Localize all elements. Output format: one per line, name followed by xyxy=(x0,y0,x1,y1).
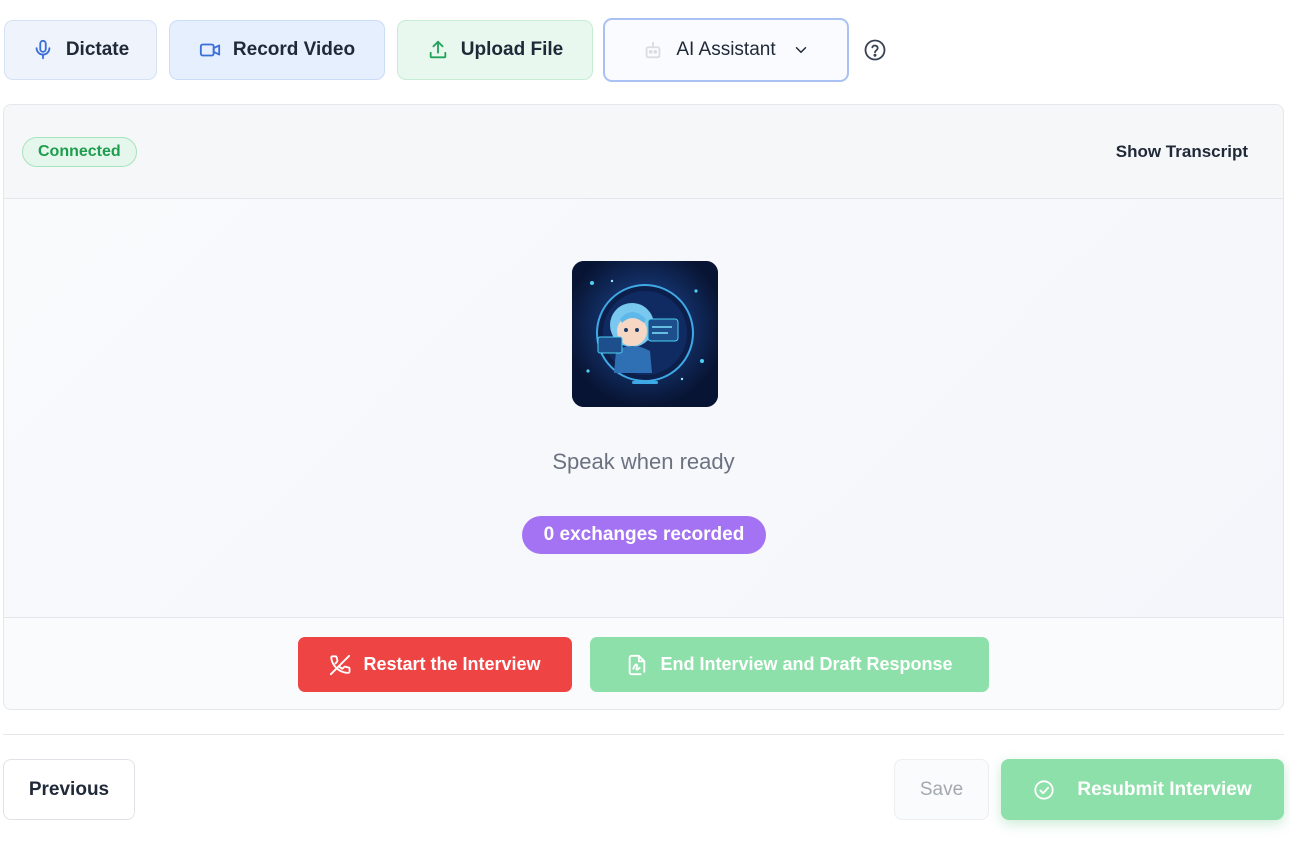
connection-status-badge: Connected xyxy=(22,137,137,167)
exchanges-count-badge: 0 exchanges recorded xyxy=(522,516,766,554)
ai-assistant-dropdown[interactable]: AI Assistant xyxy=(603,18,849,82)
show-transcript-button[interactable]: Show Transcript xyxy=(1116,142,1248,162)
section-divider xyxy=(3,734,1284,735)
chevron-down-icon xyxy=(795,47,806,53)
speak-prompt: Speak when ready xyxy=(552,449,735,474)
dictate-button[interactable]: Dictate xyxy=(4,20,157,80)
save-button[interactable]: Save xyxy=(894,759,989,820)
video-camera-icon xyxy=(199,43,221,57)
robot-icon xyxy=(646,41,661,59)
interview-page: Dictate Record Video Upload File AI Assi… xyxy=(0,0,1290,844)
exchanges-count-label: 0 exchanges recorded xyxy=(543,524,745,545)
resubmit-interview-label: Resubmit Interview xyxy=(1077,778,1252,800)
restart-interview-button[interactable]: Restart the Interview xyxy=(298,637,572,692)
upload-file-button[interactable]: Upload File xyxy=(397,20,593,80)
connection-status-label: Connected xyxy=(38,143,121,160)
microphone-icon xyxy=(35,39,51,60)
help-circle-icon[interactable] xyxy=(863,38,887,62)
ai-assistant-label: AI Assistant xyxy=(676,39,776,60)
interview-panel: Connected Show Transcript Speak when rea… xyxy=(3,104,1284,710)
end-interview-button[interactable]: End Interview and Draft Response xyxy=(590,637,989,692)
upload-file-label: Upload File xyxy=(460,39,564,60)
file-signature-icon xyxy=(629,654,646,675)
ai-interviewer-avatar xyxy=(572,261,718,407)
record-video-button[interactable]: Record Video xyxy=(169,20,385,80)
panel-header: Connected Show Transcript xyxy=(4,105,1283,199)
record-video-label: Record Video xyxy=(232,39,356,60)
phone-off-icon xyxy=(330,654,351,675)
avatar-illustration xyxy=(572,261,718,407)
resubmit-interview-button[interactable]: Resubmit Interview xyxy=(1001,759,1284,820)
restart-interview-label: Restart the Interview xyxy=(363,654,541,674)
upload-icon xyxy=(429,40,447,59)
end-interview-label: End Interview and Draft Response xyxy=(660,654,953,674)
dictate-label: Dictate xyxy=(65,39,130,60)
check-circle-icon xyxy=(1034,779,1055,800)
panel-actions: Restart the Interview End Interview and … xyxy=(4,617,1283,709)
previous-button[interactable]: Previous xyxy=(3,759,135,820)
